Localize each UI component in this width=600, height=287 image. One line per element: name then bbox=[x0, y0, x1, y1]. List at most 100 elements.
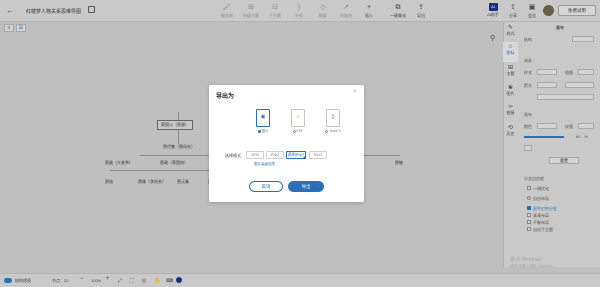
layout-icon: ⧉ bbox=[395, 4, 401, 11]
advanced-options-link[interactable]: 图片高级选项 bbox=[254, 162, 275, 167]
locate-icon[interactable]: ◎ bbox=[142, 278, 146, 284]
help-icon[interactable] bbox=[176, 277, 182, 283]
image-icon: ❀ bbox=[507, 85, 514, 91]
root-node[interactable]: 荣国公（贾源） bbox=[157, 120, 193, 130]
sheet-image-select[interactable] bbox=[524, 145, 532, 151]
zoom-level[interactable]: 100% bbox=[91, 278, 101, 283]
export-option-pdf[interactable]: ≡ PDF bbox=[286, 109, 310, 133]
outline-toggle-icon[interactable]: ≡ bbox=[4, 24, 14, 32]
free-trial-button[interactable]: 免费试用 bbox=[558, 5, 596, 16]
tab-image[interactable]: ❀ 图片 bbox=[503, 82, 518, 102]
tab-link[interactable]: ∞ 链接 bbox=[503, 102, 518, 122]
fullscreen-icon[interactable]: ⛶ bbox=[130, 278, 134, 284]
outline-toggle[interactable] bbox=[4, 278, 12, 283]
node-level3[interactable]: 贾元春 bbox=[177, 179, 189, 185]
ai-assistant-button[interactable]: AI AI助手 bbox=[483, 3, 503, 18]
option-radio[interactable] bbox=[527, 196, 531, 200]
json-file-icon: {} bbox=[326, 109, 340, 127]
option-label: 自由布局 bbox=[533, 196, 549, 201]
arrow-label: 箭头 bbox=[524, 83, 532, 88]
option-checkbox[interactable] bbox=[527, 206, 531, 210]
save-icon[interactable] bbox=[88, 6, 95, 13]
back-icon[interactable]: ← bbox=[6, 6, 14, 15]
option-label: 居中对齐分支 bbox=[533, 206, 557, 211]
panel-title: 画布 bbox=[556, 25, 564, 30]
radio-dot-icon bbox=[257, 129, 261, 133]
node-level2[interactable]: 贾敏 bbox=[395, 160, 403, 166]
share-button[interactable]: ⇧ 分享 bbox=[503, 3, 523, 19]
format-png[interactable]: PNG bbox=[266, 151, 284, 159]
section-sheet-title: 画布 bbox=[524, 112, 532, 117]
option-checkbox[interactable] bbox=[527, 186, 531, 190]
node-level2[interactable]: 贾政（荣国府） bbox=[160, 160, 188, 166]
line-width-select[interactable] bbox=[578, 69, 594, 75]
share-icon: ⇧ bbox=[510, 4, 516, 11]
zoom-out-icon[interactable]: − bbox=[80, 276, 84, 282]
tool-relation[interactable]: ↗ 关联线 bbox=[334, 3, 358, 19]
option-label: 紧凑布局 bbox=[533, 213, 549, 218]
history-icon: ⟲ bbox=[507, 125, 514, 131]
structure-select[interactable] bbox=[572, 36, 594, 42]
fit-icon[interactable]: ⤢ bbox=[118, 278, 122, 284]
bottom-bar: 结构透视 节点： 22 − 100% + ⤢ ⛶ ◎ ✋ ⌨ bbox=[0, 273, 600, 287]
cancel-button[interactable]: 取消 bbox=[249, 181, 283, 192]
sheet-texture-select[interactable] bbox=[578, 123, 594, 129]
reset-button[interactable]: 重置 bbox=[549, 157, 579, 164]
arrow-select[interactable] bbox=[537, 82, 557, 88]
keyboard-icon[interactable]: ⌨ bbox=[166, 278, 173, 284]
option-checkbox[interactable] bbox=[527, 227, 531, 231]
list-view-icon[interactable]: ☰ bbox=[16, 24, 26, 32]
sub-topic-icon: ⊟ bbox=[272, 4, 278, 11]
line-end-select[interactable] bbox=[537, 94, 594, 100]
dialog-title: 导出为 bbox=[216, 94, 235, 100]
option-checkbox[interactable] bbox=[527, 220, 531, 224]
tab-history[interactable]: ⟲ 历史 bbox=[503, 122, 518, 142]
tab-icon[interactable]: ☺ 图标 bbox=[503, 42, 518, 62]
option-checkbox[interactable] bbox=[527, 213, 531, 217]
relation-icon: ↗ bbox=[343, 4, 349, 11]
avatar[interactable] bbox=[543, 5, 554, 16]
line-color-select[interactable] bbox=[565, 82, 594, 88]
node-level3[interactable]: 贾珠（李纨夫） bbox=[138, 179, 166, 185]
line-style-label: 样式 bbox=[524, 70, 532, 75]
export-option-json[interactable]: {} Json/小 bbox=[321, 109, 345, 134]
sheet-texture-label: 纹理 bbox=[565, 124, 573, 129]
export-button[interactable]: 导出 bbox=[288, 181, 324, 192]
export-dialog: 导出为 × ▣ 图片 ≡ PDF {} Json/小 选择格式 JPG PNG … bbox=[209, 85, 364, 202]
connector bbox=[178, 112, 179, 120]
sheet-color-select[interactable] bbox=[537, 123, 557, 129]
tool-format-painter[interactable]: 🖌 格式刷 bbox=[215, 3, 239, 19]
top-bar: ← 红楼梦人物关系思维导图 🖌 格式刷 ⊞ 同级主题 ⊟ 子主题 } 外框 ◇ 概要 ↗ 关… bbox=[0, 0, 600, 22]
doc-title[interactable]: 红楼梦人物关系思维导图 bbox=[26, 8, 81, 15]
node-count-value: 22 bbox=[64, 278, 69, 283]
tool-callout[interactable]: ◇ 概要 bbox=[311, 3, 335, 19]
tool-layout[interactable]: ⧉ 一键美化 bbox=[386, 3, 410, 19]
tool-sub-topic[interactable]: ⊟ 子主题 bbox=[263, 3, 287, 19]
node-level2[interactable]: 贾赦（大老爷） bbox=[105, 160, 133, 166]
format-svg[interactable]: SVG bbox=[309, 151, 327, 159]
tool-sibling-topic[interactable]: ⊞ 同级主题 bbox=[239, 3, 263, 19]
line-width-label: 粗细 bbox=[565, 70, 573, 75]
hand-icon[interactable]: ✋ bbox=[154, 278, 160, 284]
line-style-select[interactable] bbox=[537, 69, 557, 75]
opacity-slider[interactable] bbox=[524, 136, 564, 138]
node-count-label: 节点： bbox=[52, 278, 64, 283]
zoom-in-icon[interactable]: + bbox=[106, 276, 110, 282]
format-jpg[interactable]: JPG bbox=[246, 151, 264, 159]
node-level3[interactable]: 贾琏 bbox=[105, 179, 113, 185]
export-option-image[interactable]: ▣ 图片 bbox=[251, 109, 275, 134]
member-button[interactable]: ▣ 会员 bbox=[522, 3, 542, 19]
search-icon[interactable]: ⚲ bbox=[490, 34, 495, 42]
format-transparent-png[interactable]: 透明PNG bbox=[286, 151, 306, 159]
tab-style[interactable]: ✎ 样式 bbox=[503, 22, 518, 42]
node-level1[interactable]: 贾代善（贾母夫） bbox=[163, 144, 195, 150]
structure-icon: ⊞ bbox=[507, 65, 514, 71]
tab-structure[interactable]: ⊞ 主题 bbox=[503, 62, 518, 82]
option-label: 自由子主题 bbox=[533, 227, 553, 232]
activation-watermark-title: 激活 Windows bbox=[510, 257, 542, 263]
tool-summary[interactable]: } 外框 bbox=[287, 3, 311, 19]
tool-export[interactable]: ⇪ 导出 bbox=[409, 3, 433, 19]
tool-insert[interactable]: + 插入 bbox=[357, 3, 381, 19]
option-label: 平衡布局 bbox=[533, 220, 549, 225]
close-icon[interactable]: × bbox=[353, 89, 357, 95]
